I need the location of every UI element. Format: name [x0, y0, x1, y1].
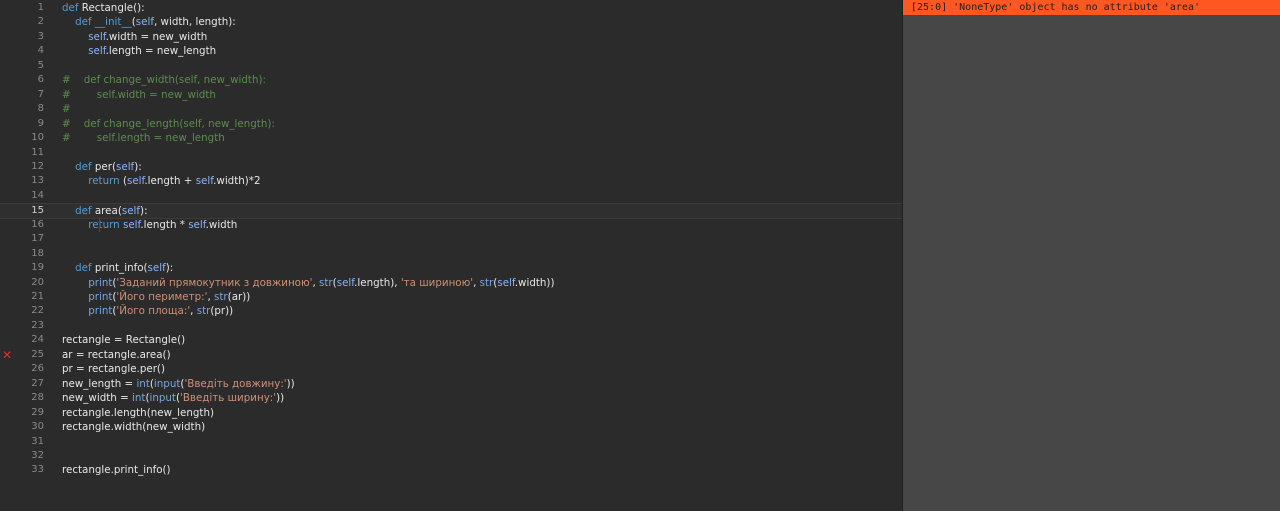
code-line[interactable]: 31	[0, 435, 902, 449]
code-line[interactable]: 27 new_length = int(input('Введіть довжин…	[0, 377, 902, 391]
line-number: 9	[37, 117, 44, 129]
line-number: 28	[31, 392, 44, 404]
line-number: 3	[37, 30, 44, 42]
line-number: 12	[31, 160, 44, 172]
line-code: pr = rectangle.per()	[62, 363, 165, 376]
code-line[interactable]: 13 return (self.length + self.width)*2	[0, 174, 902, 188]
code-line[interactable]: 16 return self.length * self.width	[0, 218, 902, 232]
code-line[interactable]: 25 ar = rectangle.area() ✕	[0, 348, 902, 362]
code-editor[interactable]: 1 def Rectangle(): 2 def __init__(self, wi…	[0, 0, 902, 511]
code-line[interactable]: 33 rectangle.print_info()	[0, 463, 902, 477]
code-line[interactable]: 22 print('Його площа:', str(pr))	[0, 304, 902, 318]
code-line[interactable]: 4 self.length = new_length	[0, 44, 902, 58]
line-code: # def change_width(self, new_width):	[62, 74, 266, 87]
line-number: 7	[37, 88, 44, 100]
line-number: 1	[37, 2, 44, 13]
line-number: 17	[31, 233, 44, 245]
line-number: 14	[31, 189, 44, 201]
line-number: 22	[31, 305, 44, 317]
code-line[interactable]: 30 rectangle.width(new_width)	[0, 420, 902, 434]
code-line[interactable]: 8 #	[0, 102, 902, 116]
line-code: return self.length * self.width	[88, 218, 238, 231]
line-code: rectangle = Rectangle()	[62, 334, 186, 347]
code-line[interactable]: 10 # self.length = new_length	[0, 131, 902, 145]
code-lines[interactable]: 1 def Rectangle(): 2 def __init__(self, wi…	[0, 0, 902, 511]
line-number: 11	[31, 146, 44, 158]
line-code: new_length = int(input('Введіть довжину:…	[62, 377, 295, 390]
code-line[interactable]: 28 new_width = int(input('Введіть ширину:…	[0, 391, 902, 405]
line-number: 19	[31, 262, 44, 274]
indent-guide	[99, 217, 100, 232]
line-number: 31	[31, 435, 44, 447]
code-line[interactable]: 24 rectangle = Rectangle()	[0, 333, 902, 347]
code-line[interactable]: 5	[0, 59, 902, 73]
line-number: 20	[31, 276, 44, 288]
code-line[interactable]: 26 pr = rectangle.per()	[0, 362, 902, 376]
line-number: 6	[37, 74, 44, 86]
code-line[interactable]: 11	[0, 146, 902, 160]
line-code: print('Його периметр:', str(ar))	[88, 291, 251, 303]
line-code: rectangle.length(new_length)	[62, 406, 214, 419]
line-code: # self.width = new_width	[62, 88, 216, 101]
code-line[interactable]: 12 def per(self):	[0, 160, 902, 174]
line-number: 29	[31, 406, 44, 418]
line-number: 5	[37, 59, 44, 71]
line-code: def per(self):	[75, 160, 142, 173]
line-code: def area(self):	[75, 205, 148, 218]
code-line[interactable]: 21 print('Його периметр:', str(ar))	[0, 290, 902, 304]
line-code: return (self.length + self.width)*2	[88, 175, 261, 188]
line-number: 21	[31, 291, 44, 302]
line-code: ar = rectangle.area()	[62, 348, 171, 361]
line-number: 24	[31, 334, 44, 346]
line-number: 23	[31, 319, 44, 331]
line-code: print('Його площа:', str(pr))	[88, 305, 234, 318]
ide-window: 1 def Rectangle(): 2 def __init__(self, wi…	[0, 0, 1280, 511]
line-number: 26	[31, 363, 44, 375]
code-line[interactable]: 18	[0, 247, 902, 261]
line-number: 27	[31, 377, 44, 389]
code-line[interactable]: 7 # self.width = new_width	[0, 88, 902, 102]
line-number: 16	[31, 218, 44, 230]
code-line[interactable]: 9 # def change_length(self, new_length):	[0, 117, 902, 131]
line-number: 2	[37, 16, 44, 28]
line-code: #	[62, 103, 71, 116]
code-line[interactable]: 17	[0, 232, 902, 246]
line-code: print('Заданий прямокутник з довжиною', …	[88, 276, 555, 289]
code-line[interactable]: 1 def Rectangle():	[0, 1, 902, 15]
error-x-icon[interactable]: ✕	[2, 349, 14, 361]
line-code: rectangle.width(new_width)	[62, 421, 206, 434]
line-number: 18	[31, 247, 44, 259]
line-code: # def change_length(self, new_length):	[62, 117, 275, 130]
line-code: # self.length = new_length	[62, 132, 225, 145]
line-number: 13	[31, 175, 44, 187]
code-line[interactable]: 14	[0, 189, 902, 203]
code-line[interactable]: 32	[0, 449, 902, 463]
problems-panel: [25:0] 'NoneType' object has no attribut…	[903, 0, 1280, 511]
line-code: def Rectangle():	[62, 2, 145, 14]
code-line[interactable]: 6 # def change_width(self, new_width):	[0, 73, 902, 87]
code-line[interactable]: 23	[0, 319, 902, 333]
line-code: self.width = new_width	[88, 30, 208, 43]
line-number: 33	[31, 464, 44, 476]
line-number: 10	[31, 132, 44, 144]
line-code: def print_info(self):	[75, 262, 174, 275]
line-number: 4	[37, 45, 44, 57]
code-line[interactable]: 3 self.width = new_width	[0, 30, 902, 44]
line-code: new_width = int(input('Введіть ширину:')…	[62, 392, 285, 405]
code-line[interactable]: 20 print('Заданий прямокутник з довжиною…	[0, 276, 902, 290]
line-code: def __init__(self, width, length):	[75, 16, 236, 29]
line-code: self.length = new_length	[88, 45, 217, 58]
code-line[interactable]: 19 def print_info(self):	[0, 261, 902, 275]
error-message[interactable]: [25:0] 'NoneType' object has no attribut…	[903, 0, 1280, 15]
line-number: 32	[31, 449, 44, 461]
code-line[interactable]: 29 rectangle.length(new_length)	[0, 406, 902, 420]
line-code: rectangle.print_info()	[62, 464, 171, 477]
line-number: 30	[31, 421, 44, 433]
code-line[interactable]: 2 def __init__(self, width, length):	[0, 15, 902, 29]
line-number: 8	[37, 103, 44, 115]
line-number: 15	[31, 205, 44, 217]
